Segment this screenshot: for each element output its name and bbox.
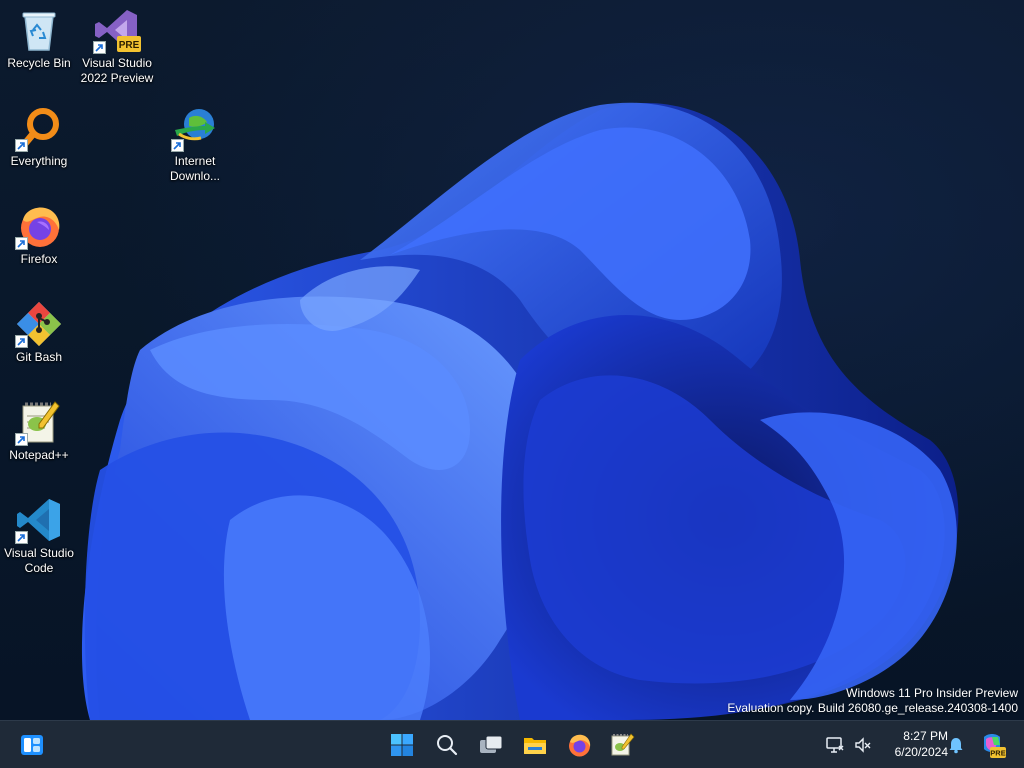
volume-muted-icon: [855, 737, 871, 753]
desktop-icon-internet-download-manager[interactable]: Internet Downlo...: [156, 100, 234, 184]
desktop-icon-visual-studio-code[interactable]: Visual Studio Code: [0, 492, 78, 576]
taskbar[interactable]: 8:27 PM 6/20/2024 PRE: [0, 720, 1024, 768]
internet-download-manager-icon: [171, 104, 219, 152]
volume-button[interactable]: [848, 727, 878, 763]
network-monitor-icon: [826, 737, 844, 753]
icon-label: Everything: [10, 154, 68, 168]
watermark-edition: Windows 11 Pro Insider Preview: [846, 686, 1018, 700]
system-clock[interactable]: 8:27 PM 6/20/2024: [876, 728, 948, 760]
search-icon: [437, 735, 458, 756]
icon-label: Notepad++: [9, 448, 69, 462]
shortcut-arrow-icon: [15, 433, 28, 446]
clock-time: 8:27 PM: [903, 729, 948, 743]
bell-icon: [949, 738, 963, 754]
copilot-pre-badge: PRE: [990, 749, 1005, 758]
git-bash-icon: [15, 300, 63, 348]
icon-label: Internet Downlo...: [169, 154, 221, 183]
notifications-button[interactable]: [942, 727, 970, 763]
shortcut-arrow-icon: [15, 237, 28, 250]
shortcut-arrow-icon: [15, 335, 28, 348]
pre-badge: PRE: [119, 40, 140, 51]
recycle-bin-icon: [15, 6, 63, 54]
vscode-icon: [15, 496, 63, 544]
shortcut-arrow-icon: [15, 531, 28, 544]
desktop-icon-notepad-plus-plus[interactable]: Notepad++: [0, 394, 78, 478]
desktop-icon-git-bash[interactable]: Git Bash: [0, 296, 78, 380]
shortcut-arrow-icon: [15, 139, 28, 152]
icon-label: Recycle Bin: [7, 56, 71, 70]
everything-search-icon: [15, 104, 63, 152]
taskbar-notepad-plus-plus[interactable]: [604, 727, 640, 763]
desktop[interactable]: Recycle Bin PRE Visual Studio 2022 Previ…: [0, 0, 1024, 720]
task-view-icon: [480, 735, 503, 753]
wallpaper-bloom: [81, 102, 959, 720]
taskbar-file-explorer[interactable]: [517, 727, 553, 763]
windows-logo-icon: [391, 734, 413, 756]
icon-label: Git Bash: [15, 350, 63, 364]
widgets-icon: [21, 735, 43, 755]
shortcut-arrow-icon: [93, 41, 106, 54]
notepad-plus-plus-icon: [611, 733, 635, 756]
icon-label: Firefox: [20, 252, 58, 266]
desktop-icon-recycle-bin[interactable]: Recycle Bin: [0, 2, 78, 86]
copilot-button[interactable]: PRE: [975, 727, 1009, 763]
icon-label: Visual Studio 2022 Preview: [80, 56, 154, 85]
evaluation-watermark: Windows 11 Pro Insider Preview Evaluatio…: [727, 686, 1018, 716]
clock-date: 6/20/2024: [894, 745, 948, 759]
file-explorer-icon: [524, 738, 546, 754]
firefox-icon: [15, 202, 63, 250]
desktop-icon-everything[interactable]: Everything: [0, 100, 78, 184]
search-button[interactable]: [429, 727, 465, 763]
notepad-plus-plus-icon: [15, 398, 63, 446]
visual-studio-preview-icon: PRE: [93, 6, 141, 54]
firefox-icon: [569, 734, 591, 757]
taskbar-firefox[interactable]: [561, 727, 597, 763]
start-button[interactable]: [384, 727, 420, 763]
shortcut-arrow-icon: [171, 139, 184, 152]
task-view-button[interactable]: [473, 727, 509, 763]
copilot-icon: PRE: [984, 734, 1006, 758]
desktop-icon-firefox[interactable]: Firefox: [0, 198, 78, 282]
watermark-build: Evaluation copy. Build 26080.ge_release.…: [727, 701, 1018, 715]
widgets-button[interactable]: [14, 727, 50, 763]
network-status-button[interactable]: [820, 727, 850, 763]
icon-label: Visual Studio Code: [4, 546, 74, 575]
desktop-icon-visual-studio-2022-preview[interactable]: PRE Visual Studio 2022 Preview: [78, 2, 156, 86]
